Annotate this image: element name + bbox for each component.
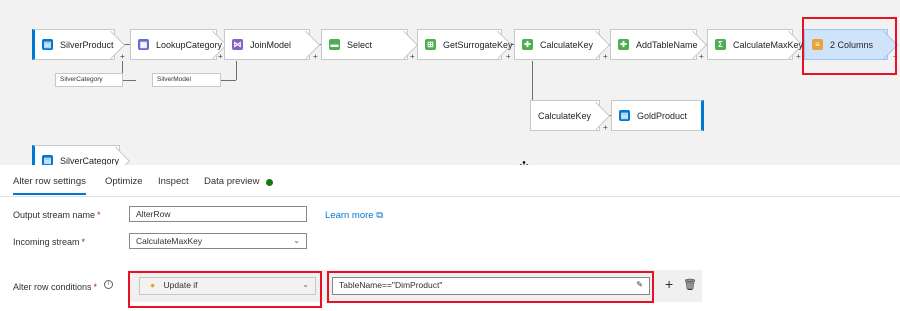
- join-icon: ⋈: [232, 39, 243, 50]
- node-goldproduct[interactable]: ▤ GoldProduct: [611, 100, 704, 131]
- output-stream-name-label: Output stream name *: [13, 210, 101, 220]
- add-transform-plus[interactable]: +: [120, 52, 125, 61]
- aggregate-icon: Σ: [715, 39, 726, 50]
- add-transform-plus[interactable]: +: [603, 123, 608, 132]
- tab-inspect[interactable]: Inspect: [158, 176, 189, 187]
- connector: [122, 80, 136, 81]
- node-alterrow-selected[interactable]: ≡ 2 Columns: [804, 29, 888, 60]
- node-getsurrogatekey[interactable]: ⊞ GetSurrogateKey: [417, 29, 513, 60]
- lookup-icon: ▦: [138, 39, 149, 50]
- delete-icon[interactable]: 🗑: [683, 278, 697, 291]
- add-condition-icon[interactable]: +: [665, 276, 673, 292]
- select-icon: ▬: [329, 39, 340, 50]
- status-dot-icon: [266, 179, 273, 186]
- dataflow-canvas[interactable]: ▤ SilverProduct ▦ LookupCategory ⋈ JoinM…: [0, 0, 900, 165]
- dropdown-value: CalculateMaxKey: [136, 236, 203, 246]
- add-transform-plus[interactable]: +: [796, 52, 801, 61]
- tab-alter-row-settings[interactable]: Alter row settings: [13, 176, 86, 195]
- learn-more-link[interactable]: Learn more ⧉: [325, 210, 383, 221]
- node-label: AddTableName: [636, 39, 698, 50]
- add-transform-plus[interactable]: +: [218, 52, 223, 61]
- external-link-icon: ⧉: [376, 210, 384, 221]
- node-label: SilverCategory: [60, 155, 120, 166]
- bullet-icon: ●: [150, 280, 156, 290]
- node-label: GetSurrogateKey: [443, 39, 513, 50]
- connector: [221, 80, 236, 81]
- output-stream-name-input[interactable]: AlterRow: [129, 206, 307, 222]
- node-calculatekey-branch[interactable]: CalculateKey: [530, 100, 600, 131]
- source-icon: ▤: [42, 39, 53, 50]
- surrogate-key-icon: ⊞: [425, 39, 436, 50]
- incoming-stream-dropdown[interactable]: CalculateMaxKey ⌄: [129, 233, 307, 249]
- expression-text: TableName=="DimProduct": [339, 280, 443, 290]
- node-label: GoldProduct: [637, 110, 688, 121]
- alter-row-icon: ≡: [812, 39, 823, 50]
- label-text: Alter row conditions: [13, 282, 92, 292]
- required-marker: *: [97, 210, 101, 220]
- condition-expression-input[interactable]: TableName=="DimProduct" ✎: [332, 277, 650, 295]
- add-transform-plus[interactable]: +: [893, 52, 898, 61]
- add-transform-plus[interactable]: +: [313, 52, 318, 61]
- alter-row-conditions-label: Alter row conditions *: [13, 282, 97, 292]
- add-transform-plus[interactable]: +: [410, 52, 415, 61]
- tab-data-preview[interactable]: Data preview: [204, 176, 259, 187]
- tab-optimize[interactable]: Optimize: [105, 176, 142, 187]
- incoming-stream-label: Incoming stream *: [13, 237, 85, 247]
- add-transform-plus[interactable]: +: [603, 52, 608, 61]
- link-text: Learn more: [325, 210, 374, 221]
- node-lookupcategory[interactable]: ▦ LookupCategory: [130, 29, 222, 60]
- chevron-down-icon: ⌄: [293, 236, 300, 245]
- required-marker: *: [81, 237, 86, 247]
- node-label: 2 Columns: [830, 39, 874, 50]
- label-text: Output stream name: [13, 210, 96, 220]
- node-silverproduct[interactable]: ▤ SilverProduct: [32, 29, 115, 60]
- node-label: JoinModel: [250, 39, 292, 50]
- connector: [236, 61, 237, 80]
- info-icon[interactable]: i: [104, 280, 113, 289]
- sink-icon: ▤: [619, 110, 630, 121]
- add-transform-plus[interactable]: +: [506, 52, 511, 61]
- node-label: Select: [347, 39, 373, 50]
- label-text: Incoming stream: [13, 237, 80, 247]
- settings-tabs: Alter row settings Optimize Inspect Data…: [0, 165, 900, 197]
- add-transform-plus[interactable]: +: [699, 52, 704, 61]
- node-label: SilverProduct: [60, 39, 114, 50]
- node-select[interactable]: ▬ Select: [321, 29, 408, 60]
- expression-builder-icon[interactable]: ✎: [636, 280, 643, 289]
- node-calculatemaxkey[interactable]: Σ CalculateMaxKey: [707, 29, 803, 60]
- derived-column-icon: ✚: [522, 39, 533, 50]
- node-joinmodel[interactable]: ⋈ JoinModel: [224, 29, 310, 60]
- connector: [532, 61, 533, 100]
- chevron-down-icon: ⌄: [302, 280, 309, 289]
- source-icon: ▤: [42, 155, 53, 165]
- node-label: CalculateKey: [540, 39, 594, 50]
- required-marker: *: [93, 282, 98, 292]
- reference-tag-silvercategory[interactable]: SilverCategory: [55, 73, 123, 87]
- node-calculatekey[interactable]: ✚ CalculateKey: [514, 29, 600, 60]
- node-label: LookupCategory: [156, 39, 223, 50]
- dropdown-value: Update if: [163, 280, 198, 290]
- node-label: CalculateKey: [538, 110, 592, 121]
- node-addtablename[interactable]: ✚ AddTableName: [610, 29, 698, 60]
- derived-column-icon: ✚: [618, 39, 629, 50]
- node-label: CalculateMaxKey: [733, 39, 804, 50]
- reference-tag-silvermodel[interactable]: SilverModel: [152, 73, 221, 87]
- condition-type-dropdown[interactable]: ● Update if ⌄: [139, 277, 316, 295]
- node-silvercategory[interactable]: ▤ SilverCategory: [32, 145, 120, 165]
